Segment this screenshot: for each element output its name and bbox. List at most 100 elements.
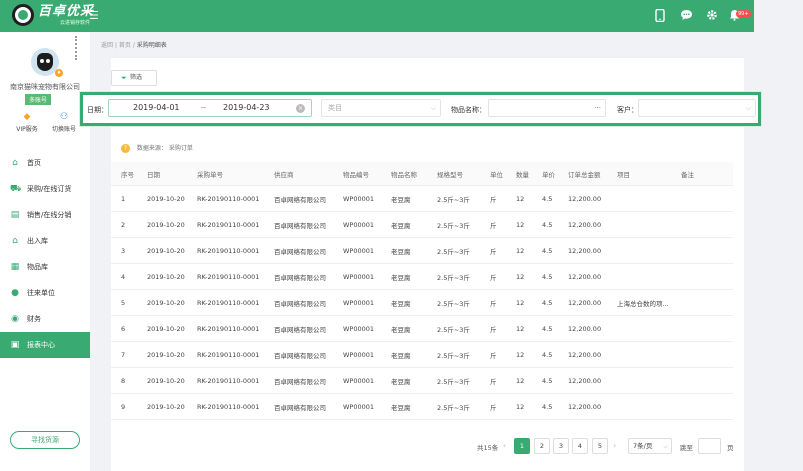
cell-item-name: 老豆腐 <box>391 221 411 230</box>
sidebar-item-label: 报表中心 <box>27 341 55 349</box>
table-row[interactable]: 4 2019-10-20 RK-20190110-0001 百卓网络有限公司 WP000… <box>111 264 733 290</box>
page-size-select[interactable]: 7条/页 ⌵ <box>628 438 672 454</box>
sidebar-item-finance[interactable]: ◉ 财务 <box>0 306 90 332</box>
sidebar-item-home[interactable]: ⌂ 首页 <box>0 150 90 176</box>
table-row[interactable]: 7 2019-10-20 RK-20190110-0001 百卓网络有限公司 WP000… <box>111 342 733 368</box>
table-row[interactable]: 6 2019-10-20 RK-20190110-0001 百卓网络有限公司 WP000… <box>111 316 733 342</box>
cell-supplier: 百卓网络有限公司 <box>274 351 326 360</box>
vip-service-button[interactable]: ◆ VIP服务 <box>7 112 47 133</box>
sidebar-item-label: 往来单位 <box>27 289 55 297</box>
cell-index: 4 <box>121 272 126 281</box>
qr-code-icon[interactable] <box>75 36 87 60</box>
cell-quantity: 12 <box>516 350 525 359</box>
page-button-3[interactable]: 3 <box>553 438 569 454</box>
cell-index: 9 <box>121 402 126 411</box>
cell-unit-price: 4.5 <box>542 246 553 255</box>
cell-unit: 斤 <box>490 325 497 334</box>
filter-button-label: 筛选 <box>130 74 143 81</box>
customer-select[interactable]: ⌵ <box>638 99 756 117</box>
message-icon[interactable] <box>679 9 693 23</box>
column-header-spec: 规格型号 <box>437 170 463 179</box>
jump-page-input[interactable] <box>698 438 721 454</box>
cell-item-code: WP00001 <box>343 376 375 385</box>
page-button-4[interactable]: 4 <box>572 438 588 454</box>
table-body: 1 2019-10-20 RK-20190110-0001 百卓网络有限公司 WP000… <box>111 186 733 420</box>
cell-total-amount: 12,200.00 <box>568 350 602 359</box>
sidebar-item-purchase[interactable]: ⛟ 采购/在线订货 <box>0 176 90 202</box>
column-header-index: 序号 <box>121 170 134 179</box>
breadcrumb-back[interactable]: 返回 <box>101 42 113 49</box>
cell-unit-price: 4.5 <box>542 298 553 307</box>
column-header-quantity: 数量 <box>516 170 529 179</box>
sidebar-item-reports[interactable]: ▣ 报表中心 <box>0 332 90 358</box>
cell-index: 8 <box>121 376 126 385</box>
page-button-5[interactable]: 5 <box>592 438 608 454</box>
multi-account-badge[interactable]: 多账号 <box>25 94 52 105</box>
table-row[interactable]: 5 2019-10-20 RK-20190110-0001 百卓网络有限公司 WP000… <box>111 290 733 316</box>
sidebar-item-stock-io[interactable]: ⌂ 出入库 <box>0 228 90 254</box>
cell-total-amount: 12,200.00 <box>568 402 602 411</box>
date-range-picker[interactable]: 2019-04-01 ~ 2019-04-23 × <box>108 99 312 117</box>
sidebar-item-goods[interactable]: ▦ 物品库 <box>0 254 90 280</box>
breadcrumb-home[interactable]: 首页 <box>119 42 131 49</box>
finance-icon: ◉ <box>11 314 19 324</box>
cell-total-amount: 12,200.00 <box>568 246 602 255</box>
table-row[interactable]: 2 2019-10-20 RK-20190110-0001 百卓网络有限公司 WP000… <box>111 212 733 238</box>
column-header-item-name: 物品名称 <box>391 170 417 179</box>
sidebar-item-contacts[interactable]: ● 往来单位 <box>0 280 90 306</box>
cell-index: 1 <box>121 194 126 203</box>
cell-spec: 2.5斤~3斤 <box>437 195 470 204</box>
cell-item-code: WP00001 <box>343 246 375 255</box>
breadcrumb-separator: / <box>132 42 135 49</box>
cell-date: 2019-10-20 <box>147 402 185 411</box>
filter-button[interactable]: ⏷ 筛选 <box>111 70 157 86</box>
cell-supplier: 百卓网络有限公司 <box>274 325 326 334</box>
cell-quantity: 12 <box>516 246 525 255</box>
top-bar: 百卓优采 云进销存软件 ☰ 99+ <box>0 0 754 32</box>
table-row[interactable]: 3 2019-10-20 RK-20190110-0001 百卓网络有限公司 WP000… <box>111 238 733 264</box>
notification-badge: 99+ <box>736 10 751 18</box>
prev-page-icon[interactable]: ‹ <box>503 441 506 450</box>
cell-supplier: 百卓网络有限公司 <box>274 221 326 230</box>
cell-item-name: 老豆腐 <box>391 325 411 334</box>
cell-quantity: 12 <box>516 298 525 307</box>
switch-account-button[interactable]: ⚇ 切换账号 <box>44 112 84 133</box>
table-row[interactable]: 1 2019-10-20 RK-20190110-0001 百卓网络有限公司 WP000… <box>111 186 733 212</box>
next-page-icon[interactable]: › <box>613 441 616 450</box>
cell-total-amount: 12,200.00 <box>568 272 602 281</box>
cell-item-name: 老豆腐 <box>391 247 411 256</box>
app-logo[interactable]: 百卓优采 云进销存软件 <box>12 4 94 26</box>
cell-total-amount: 12,200.00 <box>568 376 602 385</box>
cell-unit: 斤 <box>490 221 497 230</box>
chevron-down-icon: ⌵ <box>663 442 668 450</box>
table-row[interactable]: 9 2019-10-20 RK-20190110-0001 百卓网络有限公司 WP000… <box>111 394 733 420</box>
table-header: 序号 日期 采购单号 供应商 物品编号 物品名称 规格型号 单位 数量 单价 订单总金额 项目 备注 <box>111 162 733 186</box>
page-button-2[interactable]: 2 <box>534 438 550 454</box>
column-header-item-code: 物品编号 <box>343 170 369 179</box>
sidebar: ♦ 南京猫咪宠物有限公司 多账号 ◆ VIP服务 ⚇ 切换账号 ⌂ 首页 ⛟ 采… <box>0 32 90 471</box>
clear-date-icon[interactable]: × <box>296 104 305 113</box>
customer-label: 客户： <box>617 106 638 114</box>
more-options-icon[interactable]: ··· <box>594 100 601 116</box>
mobile-icon[interactable] <box>653 8 667 23</box>
cell-supplier: 百卓网络有限公司 <box>274 273 326 282</box>
category-select[interactable]: 类目 ⌵ <box>321 99 441 117</box>
page-button-1[interactable]: 1 <box>514 438 530 454</box>
company-name: 南京猫咪宠物有限公司 <box>10 83 80 91</box>
item-name-input[interactable]: ··· <box>488 99 606 117</box>
cell-unit-price: 4.5 <box>542 402 553 411</box>
sidebar-item-sales[interactable]: ▤ 销售/在线分销 <box>0 202 90 228</box>
date-end[interactable]: 2019-04-23 <box>223 103 270 112</box>
diamond-icon: ◆ <box>23 112 31 122</box>
cell-purchase-no: RK-20190110-0001 <box>197 194 260 203</box>
date-start[interactable]: 2019-04-01 <box>133 103 180 112</box>
report-icon: ▣ <box>10 340 20 350</box>
cell-supplier: 百卓网络有限公司 <box>274 247 326 256</box>
table-row[interactable]: 8 2019-10-20 RK-20190110-0001 百卓网络有限公司 WP000… <box>111 368 733 394</box>
settings-gear-icon[interactable] <box>705 9 719 23</box>
cell-unit: 斤 <box>490 273 497 282</box>
cell-item-code: WP00001 <box>343 324 375 333</box>
cell-item-name: 老豆腐 <box>391 273 411 282</box>
cell-spec: 2.5斤~3斤 <box>437 273 470 282</box>
menu-toggle-icon[interactable]: ☰ <box>89 10 100 21</box>
